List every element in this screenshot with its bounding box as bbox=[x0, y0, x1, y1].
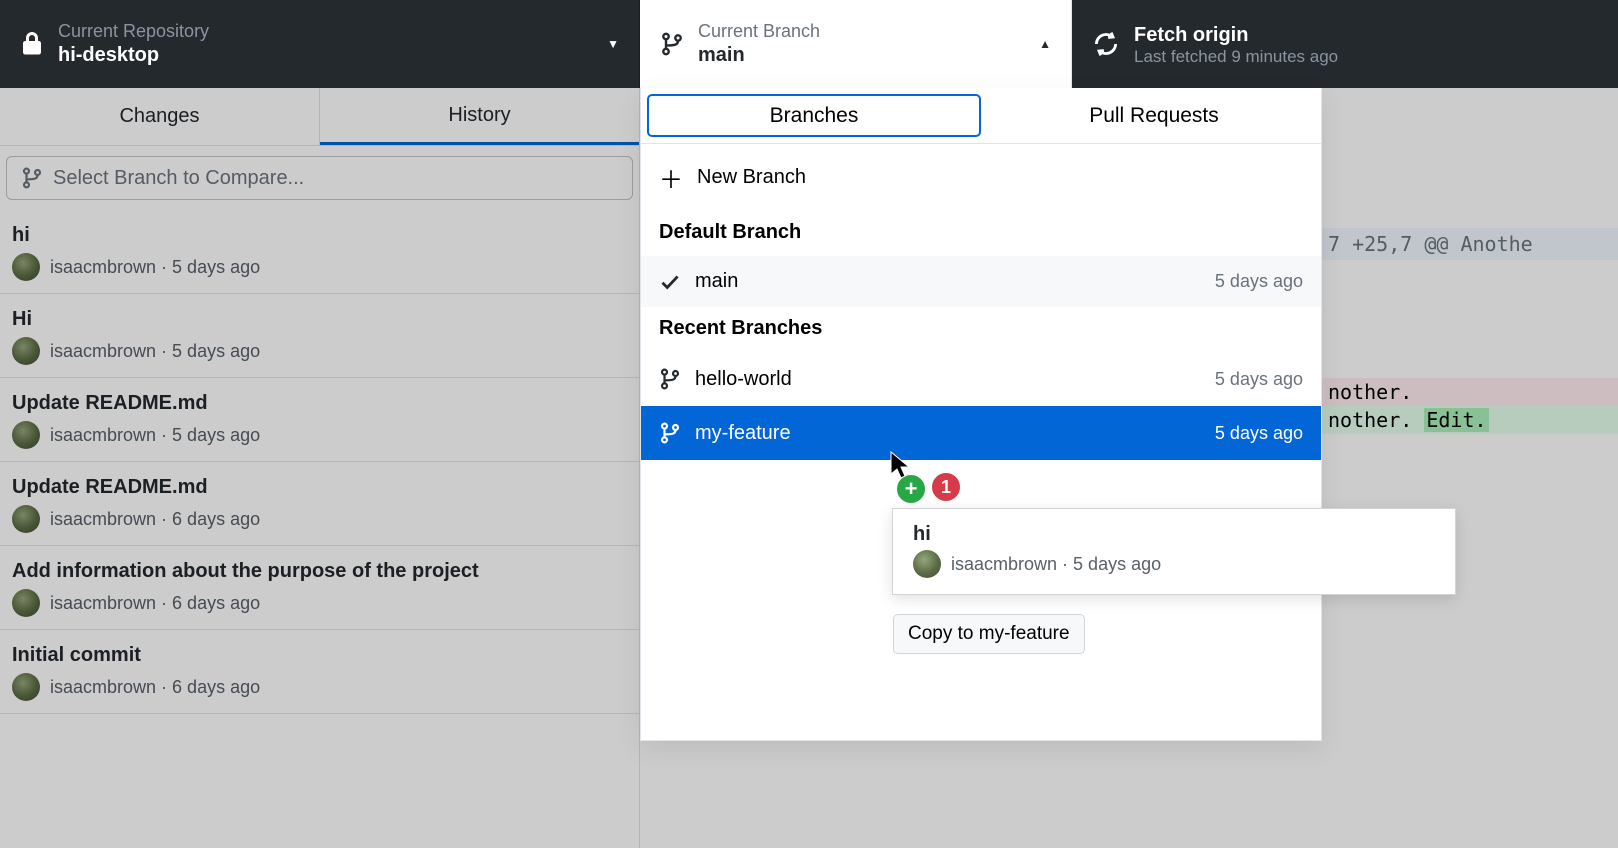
lock-icon bbox=[20, 30, 44, 58]
branch-row-hello-world[interactable]: hello-world 5 days ago bbox=[641, 352, 1321, 406]
recent-branches-header: Recent Branches bbox=[641, 307, 1321, 352]
branch-icon bbox=[659, 420, 681, 446]
drag-count-badge: 1 bbox=[930, 471, 962, 503]
diff-deleted-line: nother. bbox=[1320, 378, 1618, 406]
history-panel: Changes History Select Branch to Compare… bbox=[0, 88, 640, 848]
commit-list: hi isaacmbrown · 5 days ago Hi isaacmbro… bbox=[0, 210, 639, 714]
plus-icon: ＋ bbox=[659, 160, 683, 195]
repo-name: hi-desktop bbox=[58, 44, 209, 67]
fetch-status: Last fetched 9 minutes ago bbox=[1134, 47, 1338, 67]
branch-row-main[interactable]: main 5 days ago bbox=[641, 256, 1321, 307]
commit-row[interactable]: Update README.md isaacmbrown · 6 days ag… bbox=[0, 462, 639, 546]
sidebar-tabs: Changes History bbox=[0, 88, 639, 146]
branch-icon bbox=[21, 165, 43, 191]
popover-tab-pull-requests[interactable]: Pull Requests bbox=[987, 88, 1321, 143]
check-icon bbox=[659, 271, 681, 293]
avatar bbox=[12, 421, 40, 449]
avatar bbox=[12, 337, 40, 365]
repo-selector[interactable]: Current Repository hi-desktop ▼ bbox=[0, 0, 640, 88]
popover-tab-branches[interactable]: Branches bbox=[641, 88, 987, 143]
commit-row[interactable]: Add information about the purpose of the… bbox=[0, 546, 639, 630]
commit-row[interactable]: Initial commit isaacmbrown · 6 days ago bbox=[0, 630, 639, 714]
topbar: Current Repository hi-desktop ▼ Current … bbox=[0, 0, 1618, 88]
avatar bbox=[12, 253, 40, 281]
fetch-button[interactable]: Fetch origin Last fetched 9 minutes ago bbox=[1072, 0, 1618, 88]
chevron-up-icon: ▲ bbox=[1039, 37, 1051, 51]
diff-added-line: nother. Edit. bbox=[1320, 406, 1618, 434]
drag-tooltip: Copy to my-feature bbox=[893, 614, 1085, 654]
branch-icon bbox=[660, 30, 684, 58]
new-branch-button[interactable]: ＋ New Branch bbox=[641, 144, 1321, 211]
repo-label: Current Repository bbox=[58, 21, 209, 42]
avatar bbox=[12, 589, 40, 617]
drag-commit-card: hi isaacmbrown · 5 days ago bbox=[892, 508, 1456, 595]
branch-row-my-feature[interactable]: my-feature 5 days ago bbox=[641, 406, 1321, 460]
diff-hunk-header: 7 +25,7 @@ Anothe bbox=[1320, 228, 1618, 260]
sync-icon bbox=[1092, 30, 1120, 58]
cursor-icon bbox=[889, 450, 913, 480]
diff-area: 7 +25,7 @@ Anothe nother. nother. Edit. bbox=[1320, 88, 1618, 848]
tab-history[interactable]: History bbox=[320, 88, 639, 145]
compare-branch-select[interactable]: Select Branch to Compare... bbox=[6, 156, 633, 200]
branch-selector[interactable]: Current Branch main ▲ bbox=[640, 0, 1072, 88]
default-branch-header: Default Branch bbox=[641, 211, 1321, 256]
avatar bbox=[12, 505, 40, 533]
compare-placeholder: Select Branch to Compare... bbox=[53, 167, 304, 190]
branch-icon bbox=[659, 366, 681, 392]
commit-row[interactable]: Hi isaacmbrown · 5 days ago bbox=[0, 294, 639, 378]
commit-row[interactable]: Update README.md isaacmbrown · 5 days ag… bbox=[0, 378, 639, 462]
branch-label: Current Branch bbox=[698, 21, 820, 42]
avatar bbox=[913, 550, 941, 578]
avatar bbox=[12, 673, 40, 701]
tab-changes[interactable]: Changes bbox=[0, 88, 320, 145]
commit-row[interactable]: hi isaacmbrown · 5 days ago bbox=[0, 210, 639, 294]
fetch-label: Fetch origin bbox=[1134, 24, 1338, 47]
chevron-down-icon: ▼ bbox=[607, 37, 619, 51]
branch-name: main bbox=[698, 44, 820, 67]
